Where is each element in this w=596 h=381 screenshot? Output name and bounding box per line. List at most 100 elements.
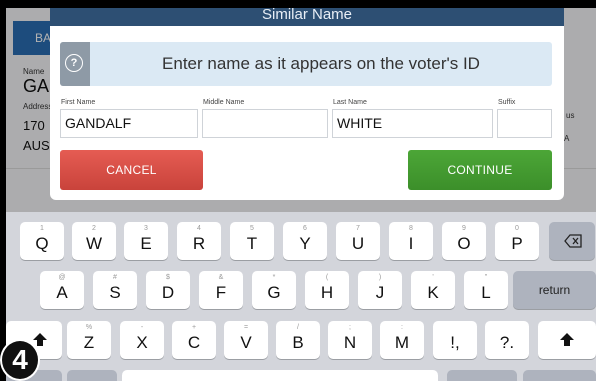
key-alt: ' — [432, 274, 434, 281]
key-w[interactable]: 2W — [72, 222, 116, 260]
key-label: R — [192, 234, 206, 253]
key-alt: @ — [58, 274, 66, 281]
key-bottom-left-2[interactable] — [67, 370, 117, 381]
suffix-field[interactable] — [497, 109, 552, 138]
cancel-button[interactable]: CANCEL — [60, 150, 203, 190]
key-f[interactable]: & F — [199, 271, 243, 309]
key-alt: 2 — [92, 225, 96, 232]
key-label: H — [320, 283, 334, 302]
key-alt: 9 — [462, 225, 466, 232]
continue-button[interactable]: CONTINUE — [408, 150, 552, 190]
screen: BA Name GA Address 170 AUS us A Similar … — [6, 8, 596, 381]
key-o[interactable]: 9O — [442, 222, 486, 260]
suffix-label: Suffix — [498, 99, 516, 106]
key-j[interactable]: ) J — [358, 271, 402, 309]
key-i[interactable]: 8I — [389, 222, 433, 260]
key-label: N — [343, 333, 357, 352]
key-k[interactable]: ' K — [411, 271, 455, 309]
key-label: P — [511, 234, 523, 253]
middle-name-field[interactable] — [202, 109, 328, 138]
key-b[interactable]: / B — [276, 321, 320, 359]
similar-name-dialog: Similar Name ? Enter name as it appears … — [50, 8, 564, 200]
key-t[interactable]: 5T — [230, 222, 274, 260]
key-alt: % — [85, 324, 93, 331]
key-label: A — [56, 283, 68, 302]
key-label: O — [457, 234, 471, 253]
key-label: L — [481, 283, 491, 302]
shift-icon — [560, 333, 574, 346]
key-alt: # — [113, 274, 117, 281]
key-c[interactable]: + C — [172, 321, 216, 359]
instruction-banner: ? Enter name as it appears on the voter'… — [60, 42, 552, 86]
key-label: G — [267, 283, 281, 302]
key-g[interactable]: * G — [252, 271, 296, 309]
key-label: Y — [299, 234, 311, 253]
key-z[interactable]: % Z — [67, 321, 111, 359]
key-n[interactable]: ; N — [328, 321, 372, 359]
dialog-title: Similar Name — [50, 8, 564, 26]
key-label: M — [394, 333, 410, 352]
first-name-label: First Name — [61, 99, 96, 106]
space-bar[interactable] — [122, 370, 438, 381]
key-d[interactable]: $ D — [146, 271, 190, 309]
key-alt: & — [218, 274, 224, 281]
key-alt: $ — [166, 274, 170, 281]
key-label: T — [246, 234, 258, 253]
key-label: V — [240, 333, 252, 352]
key-u[interactable]: 7U — [336, 222, 380, 260]
middle-name-label: Middle Name — [203, 99, 245, 106]
info-icon-box: ? — [60, 42, 90, 86]
key-label: X — [136, 333, 148, 352]
key-label: K — [427, 283, 439, 302]
key-alt: 5 — [250, 225, 254, 232]
key-alt: 6 — [303, 225, 307, 232]
key-label: S — [109, 283, 121, 302]
key-alt: 4 — [197, 225, 201, 232]
key-label: ?. — [499, 333, 515, 352]
key-bottom-right-2[interactable] — [523, 370, 596, 381]
key-alt: * — [272, 274, 276, 281]
key-label: U — [351, 234, 365, 253]
key-question-period[interactable]: ?. — [485, 321, 529, 359]
key-s[interactable]: # S — [93, 271, 137, 309]
return-label: return — [538, 283, 571, 297]
key-label: !, — [450, 333, 460, 352]
key-alt: 1 — [40, 225, 44, 232]
key-r[interactable]: 4R — [177, 222, 221, 260]
key-label: B — [292, 333, 304, 352]
key-alt: / — [297, 324, 299, 331]
key-label: J — [375, 283, 385, 302]
last-name-field[interactable]: WHITE — [332, 109, 493, 138]
key-alt: = — [243, 324, 249, 331]
key-m[interactable]: :M — [380, 321, 424, 359]
return-key[interactable]: return — [513, 271, 596, 309]
key-x[interactable]: -X — [120, 321, 164, 359]
shift-key-right[interactable] — [538, 321, 596, 359]
key-label: W — [85, 234, 103, 253]
key-v[interactable]: = V — [224, 321, 268, 359]
key-alt: ; — [349, 324, 351, 331]
key-exclaim-comma[interactable]: !, — [433, 321, 477, 359]
key-h[interactable]: (H — [305, 271, 349, 309]
key-q[interactable]: 1Q — [20, 222, 64, 260]
key-label: Q — [35, 234, 49, 253]
onscreen-keyboard: 1Q 2W 3E 4R 5T 6Y 7U 8I 9O 0P @ A # S $ D &… — [6, 212, 596, 381]
key-alt: 7 — [356, 225, 360, 232]
last-name-label: Last Name — [333, 99, 367, 106]
key-label: D — [161, 283, 175, 302]
delete-icon — [564, 234, 582, 248]
key-alt: 3 — [144, 225, 148, 232]
key-a[interactable]: @ A — [40, 271, 84, 309]
key-e[interactable]: 3E — [124, 222, 168, 260]
key-alt: : — [401, 324, 403, 331]
delete-key[interactable] — [549, 222, 595, 260]
key-label: Z — [83, 333, 95, 352]
key-alt: " — [484, 274, 488, 281]
key-label: F — [215, 283, 227, 302]
key-p[interactable]: 0P — [495, 222, 539, 260]
key-bottom-right[interactable] — [447, 370, 517, 381]
key-l[interactable]: " L — [464, 271, 508, 309]
first-name-field[interactable]: GANDALF — [60, 109, 198, 138]
key-alt: + — [191, 324, 197, 331]
key-y[interactable]: 6Y — [283, 222, 327, 260]
